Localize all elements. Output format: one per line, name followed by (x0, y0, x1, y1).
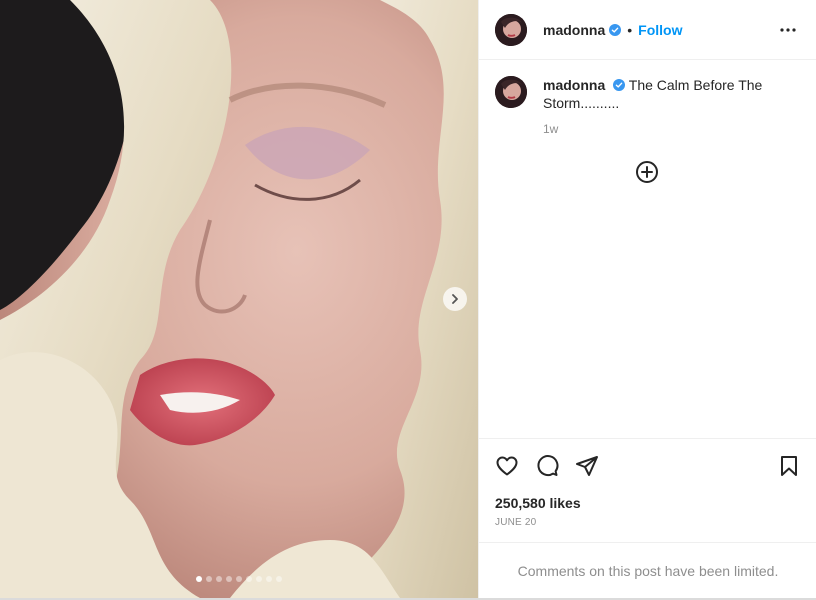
heart-icon[interactable] (495, 454, 519, 478)
plus-circle-icon[interactable] (635, 160, 659, 184)
caption-username[interactable]: madonna (543, 77, 605, 93)
more-options-icon[interactable] (776, 18, 800, 42)
post-caption: madonna The Calm Before The Storm.......… (479, 60, 816, 138)
post-media[interactable] (0, 0, 478, 598)
carousel-dot (246, 576, 252, 582)
verified-badge-icon (609, 23, 622, 36)
avatar[interactable] (495, 13, 527, 46)
carousel-dot (236, 576, 242, 582)
carousel-dot (276, 576, 282, 582)
carousel-dot (196, 576, 202, 582)
share-icon[interactable] (575, 454, 599, 478)
carousel-dot (226, 576, 232, 582)
carousel-dot (216, 576, 222, 582)
post-date[interactable]: JUNE 20 (479, 517, 816, 528)
carousel-indicator (0, 576, 478, 582)
caption-body: madonna The Calm Before The Storm.......… (543, 76, 783, 138)
follow-button[interactable]: Follow (638, 22, 682, 38)
post-header: madonna • Follow (479, 0, 816, 60)
header-separator: • (627, 21, 633, 38)
post-photo (0, 0, 478, 598)
carousel-dot (266, 576, 272, 582)
verified-badge-icon (613, 79, 626, 91)
bookmark-icon[interactable] (777, 454, 801, 478)
comments-limited-notice: Comments on this post have been limited. (479, 542, 816, 598)
post-author-username[interactable]: madonna (543, 22, 605, 38)
carousel-dot (256, 576, 262, 582)
carousel-next-button[interactable] (443, 287, 467, 311)
post-actions: 250,580 likes JUNE 20 (479, 438, 816, 542)
chevron-right-icon (450, 294, 460, 304)
post-sidebar: madonna • Follow madonna The Calm Before… (478, 0, 816, 598)
action-icons-row (479, 439, 816, 493)
likes-count[interactable]: 250,580 likes (479, 495, 816, 511)
comment-icon[interactable] (535, 454, 559, 478)
avatar[interactable] (495, 76, 527, 108)
carousel-dot (206, 576, 212, 582)
post-time-ago[interactable]: 1w (543, 120, 783, 138)
